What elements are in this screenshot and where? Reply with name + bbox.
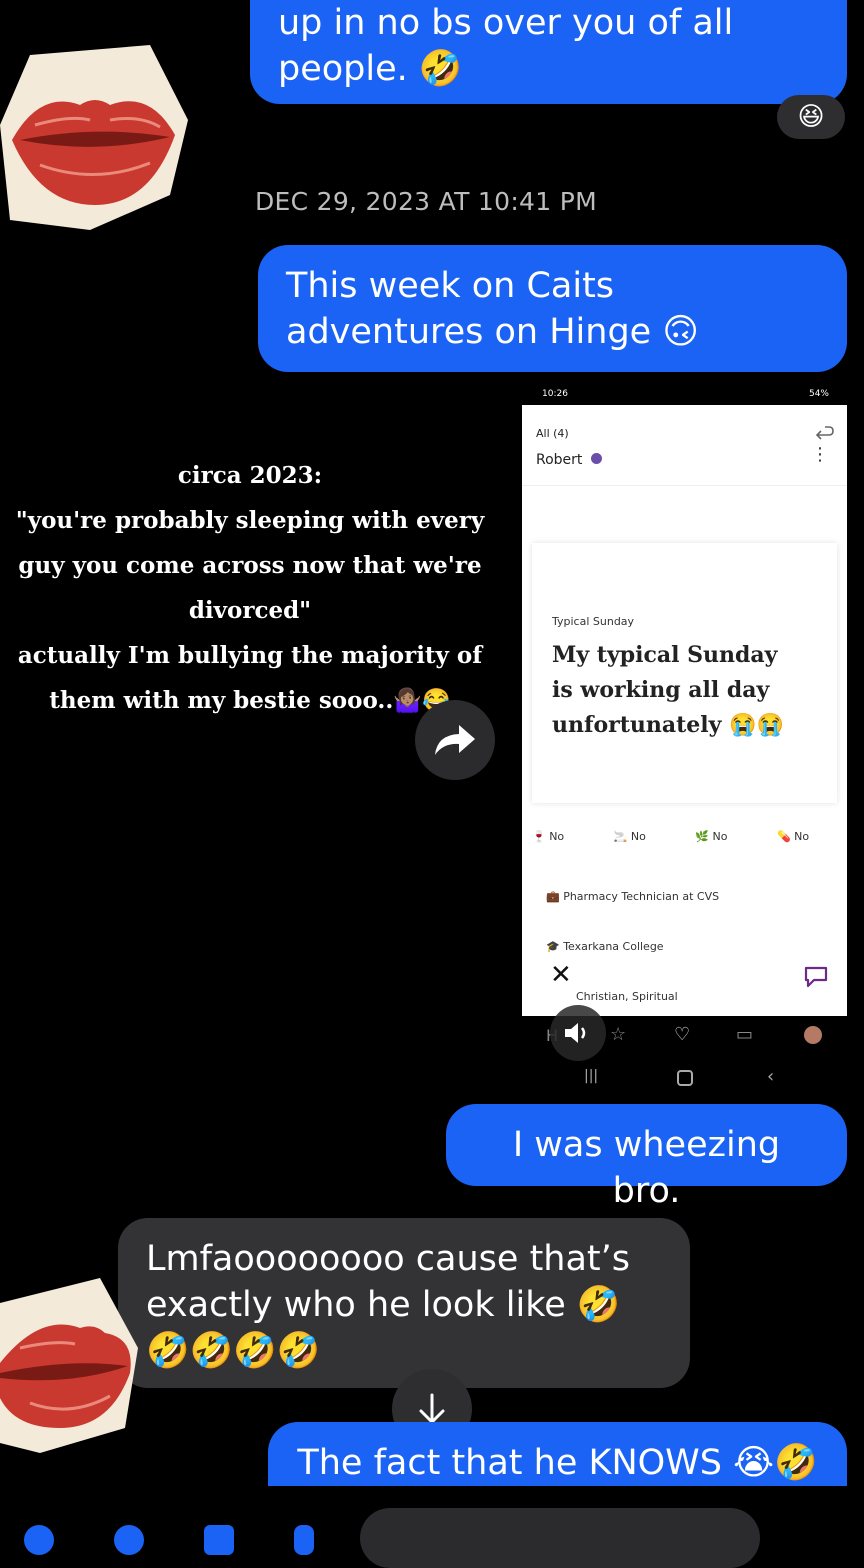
prompt-card: Typical Sunday My typical Sunday is work… — [532, 543, 837, 803]
status-battery: 54% — [808, 389, 829, 399]
gallery-icon[interactable] — [204, 1525, 234, 1555]
message-text: The fact that he KNOWS 😭🤣 — [297, 1443, 818, 1483]
message-text: This week on Caits adventures on Hinge 🙃 — [286, 266, 699, 352]
breadcrumb[interactable]: All (4) — [536, 427, 569, 440]
caption-line-1: circa 2023: — [177, 462, 323, 489]
timestamp: DEC 29, 2023 AT 10:41 PM — [255, 187, 597, 216]
message-text: up in no bs over you of all people. 🤣 — [278, 3, 734, 89]
vital-value: No — [712, 830, 728, 843]
more-vert-icon[interactable]: ⋮ — [811, 446, 829, 464]
lips-sticker — [0, 45, 188, 230]
scroll-down-arrow-icon — [419, 1393, 445, 1425]
profile-name: Robert — [536, 452, 602, 468]
vital-value: No — [549, 830, 565, 843]
received-message-1[interactable]: Lmfaoooooooo cause that’s exactly who he… — [118, 1218, 690, 1388]
nav-recents[interactable]: ||| — [584, 1068, 598, 1084]
header-divider — [522, 485, 847, 486]
vitals-row: 🍷 No 🚬 No 🌿 No 💊 No — [532, 830, 837, 860]
tab-matches[interactable]: ▭ — [736, 1024, 753, 1045]
message-text: Lmfaoooooooo cause that’s exactly who he… — [146, 1239, 631, 1371]
vital-marijuana: 🌿 No — [695, 830, 728, 843]
composer-actions[interactable] — [24, 1525, 344, 1555]
share-forward-icon — [435, 725, 475, 755]
vital-smoking: 🚬 No — [613, 830, 646, 843]
school-row: 🎓 Texarkana College — [546, 940, 664, 953]
religion-text: Christian, Spiritual — [576, 990, 678, 1003]
volume-button[interactable] — [550, 1005, 606, 1061]
undo-icon[interactable] — [815, 423, 835, 443]
hinge-screenshot[interactable]: 10:26 54% All (4) Robert ⋮ Typical Sunda… — [522, 385, 847, 1098]
status-time: 10:26 — [542, 389, 568, 399]
vital-drugs: 💊 No — [776, 830, 810, 843]
sent-message-4[interactable]: The fact that he KNOWS 😭🤣 — [268, 1422, 847, 1486]
android-nav-bar: ||| ‹ — [522, 1058, 847, 1098]
tab-standouts[interactable]: ☆ — [610, 1024, 626, 1045]
sent-message-3[interactable]: I was wheezing bro. — [446, 1104, 847, 1211]
sent-message-2[interactable]: This week on Caits adventures on Hinge 🙃 — [258, 245, 847, 372]
prompt-answer: My typical Sunday is working all day unf… — [552, 642, 784, 738]
school-text: Texarkana College — [563, 940, 664, 953]
tab-profile[interactable] — [804, 1026, 822, 1044]
composer-bar[interactable] — [360, 1508, 760, 1568]
vital-value: No — [794, 830, 810, 843]
verified-badge-icon — [590, 453, 602, 464]
camera-icon[interactable] — [114, 1525, 144, 1555]
laughing-emoji: 😆 — [797, 102, 825, 132]
job-text: Pharmacy Technician at CVS — [563, 890, 720, 903]
sent-message-1[interactable]: up in no bs over you of all people. 🤣 — [250, 0, 847, 104]
religion-row: Christian, Spiritual — [576, 990, 678, 1003]
school-icon: 🎓 — [546, 940, 560, 953]
plus-icon[interactable] — [24, 1525, 54, 1555]
vital-drinking: 🍷 No — [532, 830, 565, 843]
prompt-label: Typical Sunday — [552, 615, 635, 628]
name-text: Robert — [536, 452, 583, 468]
reaction-badge[interactable]: 😆 — [777, 95, 845, 139]
caption-line-3: actually I'm bullying the majority of th… — [17, 642, 483, 714]
caption-line-2: "you're probably sleeping with every guy… — [15, 507, 485, 624]
phone-status-bar: 10:26 54% — [522, 385, 847, 405]
job-row: 💼 Pharmacy Technician at CVS — [546, 890, 719, 903]
lips-sticker — [0, 1278, 138, 1453]
mic-icon[interactable] — [294, 1525, 314, 1555]
vital-value: No — [630, 830, 646, 843]
close-x-icon[interactable]: ✕ — [550, 960, 572, 990]
tab-likes[interactable]: ♡ — [674, 1024, 690, 1045]
nav-back[interactable]: ‹ — [767, 1066, 774, 1087]
caption-text: circa 2023: "you're probably sleeping wi… — [0, 453, 500, 723]
share-button[interactable] — [415, 700, 495, 780]
nav-home[interactable] — [677, 1070, 693, 1086]
briefcase-icon: 💼 — [546, 890, 560, 903]
message-text: I was wheezing bro. — [512, 1125, 781, 1211]
volume-icon — [565, 1023, 586, 1043]
chat-icon[interactable] — [803, 965, 829, 989]
